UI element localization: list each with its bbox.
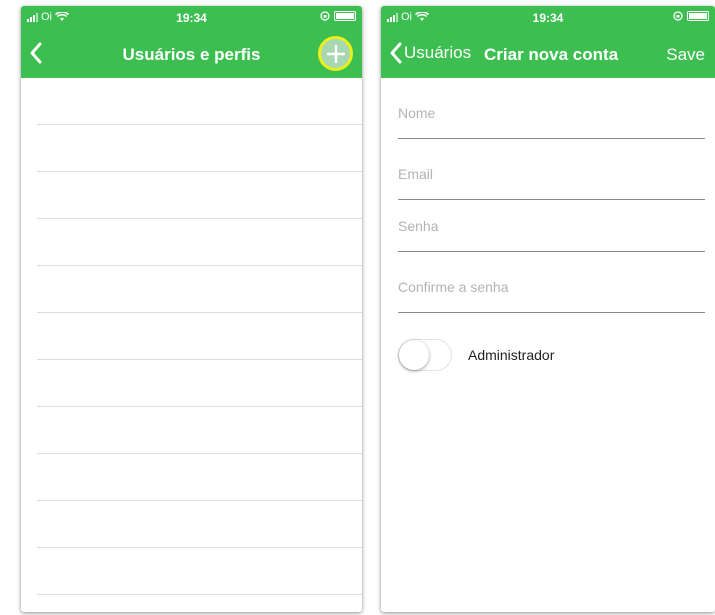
- chevron-left-icon: [390, 42, 402, 64]
- list-item[interactable]: [37, 360, 362, 407]
- back-button[interactable]: Usuários: [389, 42, 471, 64]
- status-right: [320, 11, 356, 21]
- name-field[interactable]: [398, 105, 705, 121]
- add-user-button[interactable]: [318, 36, 353, 71]
- lock-rotation-icon: [320, 11, 330, 21]
- status-bar: Oi 19:34: [381, 6, 715, 30]
- list-item[interactable]: [37, 78, 362, 125]
- battery-icon: [334, 11, 356, 21]
- list-item[interactable]: [37, 266, 362, 313]
- users-screen: Oi 19:34 Usuários e perfis: [21, 6, 362, 612]
- toggle-knob: [399, 340, 429, 370]
- list-item[interactable]: [37, 219, 362, 266]
- page-title: Usuários e perfis: [122, 45, 261, 64]
- create-account-form: Administrador: [381, 78, 715, 371]
- list-item[interactable]: [37, 125, 362, 172]
- list-item[interactable]: [37, 407, 362, 454]
- status-time: 19:34: [532, 11, 564, 25]
- nav-bar: Usuários e perfis: [21, 30, 362, 78]
- plus-icon: [326, 44, 345, 63]
- status-time: 19:34: [176, 11, 207, 25]
- status-right: [673, 11, 709, 21]
- confirm-password-field[interactable]: [398, 279, 705, 295]
- admin-toggle-label: Administrador: [468, 347, 555, 363]
- back-label: Usuários: [404, 43, 472, 62]
- create-account-screen: Oi 19:34 Usuários Criar nova conta Save: [381, 6, 715, 612]
- list-item[interactable]: [37, 454, 362, 501]
- battery-icon: [687, 11, 709, 21]
- admin-toggle[interactable]: [398, 339, 452, 371]
- list-item[interactable]: [37, 172, 362, 219]
- list-item[interactable]: [37, 313, 362, 360]
- email-field[interactable]: [398, 166, 705, 182]
- password-field[interactable]: [398, 218, 705, 234]
- status-bar: Oi 19:34: [21, 6, 362, 30]
- name-field-wrapper: [398, 78, 705, 139]
- password-field-wrapper: [398, 200, 705, 252]
- nav-bar: Usuários Criar nova conta Save: [381, 30, 715, 78]
- users-list: [37, 78, 362, 595]
- lock-rotation-icon: [673, 11, 683, 21]
- admin-toggle-row: Administrador: [398, 339, 705, 371]
- confirm-password-field-wrapper: [398, 252, 705, 313]
- list-item[interactable]: [37, 501, 362, 548]
- list-item[interactable]: [37, 548, 362, 595]
- page-title: Criar nova conta: [484, 45, 619, 64]
- email-field-wrapper: [398, 139, 705, 200]
- save-button[interactable]: Save: [666, 45, 705, 65]
